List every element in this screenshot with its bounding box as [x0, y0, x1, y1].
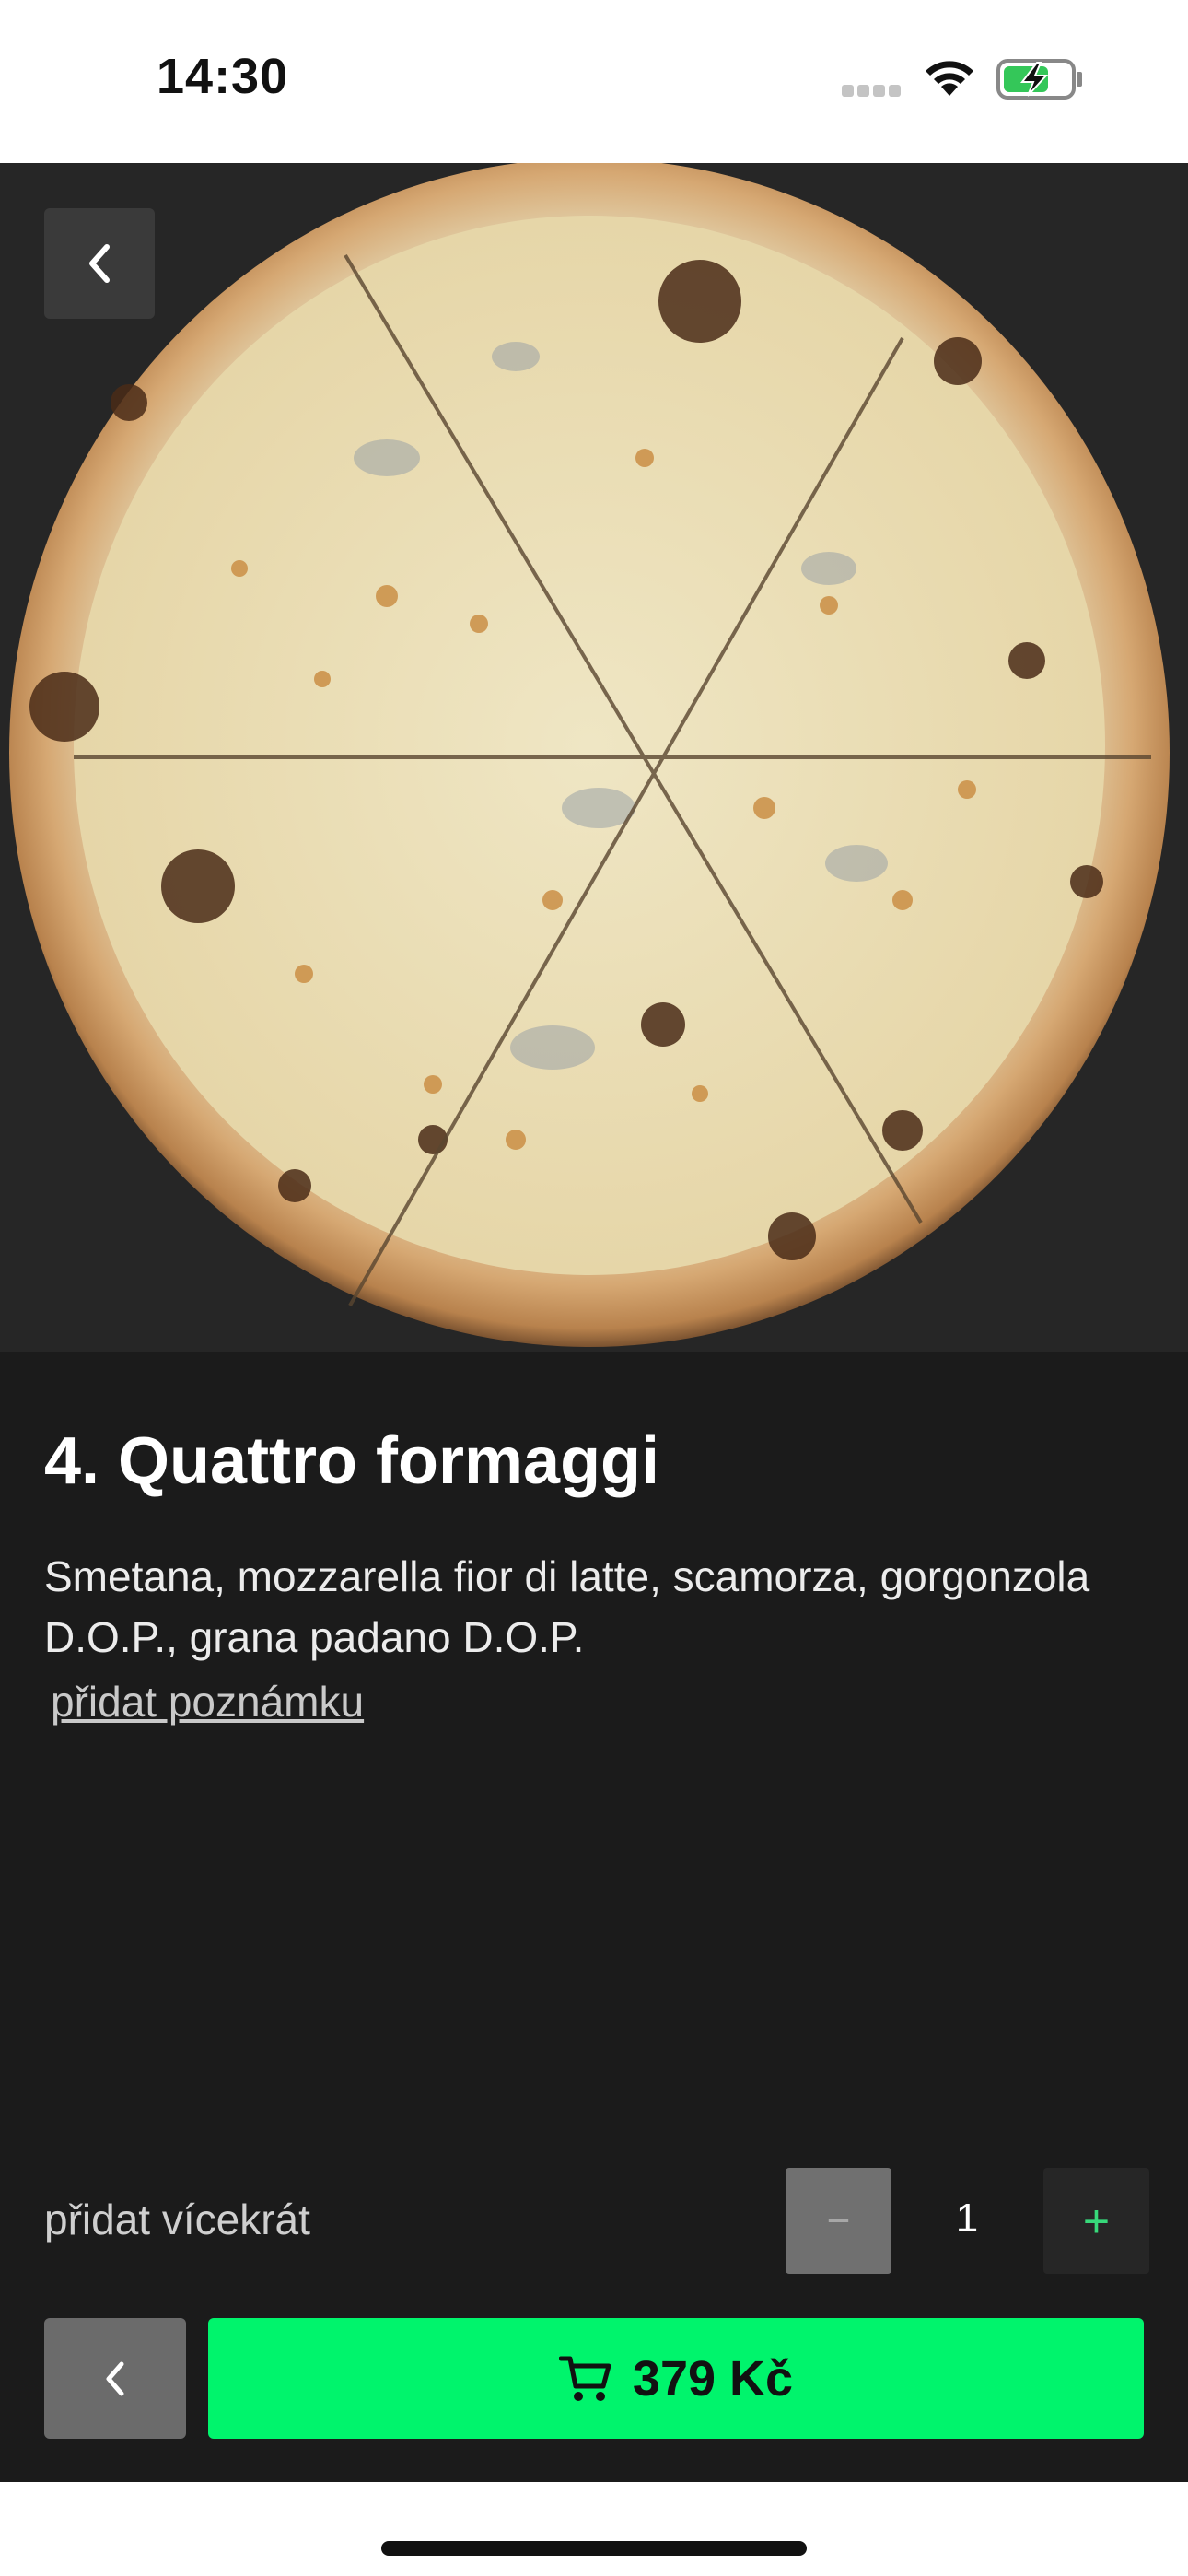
add-note-link[interactable]: přidat poznámku: [51, 1677, 364, 1727]
back-button-top[interactable]: [44, 208, 155, 319]
status-bar: 14:30: [0, 0, 1188, 163]
quantity-value: 1: [955, 2195, 979, 2241]
cart-price: 379 Kč: [632, 2350, 794, 2406]
chevron-left-icon: [106, 2361, 124, 2395]
minus-icon: −: [826, 2197, 851, 2243]
product-description: Smetana, mozzarella fior di latte, scamo…: [44, 1552, 1090, 1661]
product-title: 4. Quattro formaggi: [44, 1424, 660, 1498]
add-multiple-label: přidat vícekrát: [44, 2195, 310, 2243]
battery-charging-icon: [996, 59, 1082, 100]
increase-quantity-button[interactable]: +: [1043, 2168, 1149, 2274]
chevron-left-icon: [89, 244, 110, 283]
home-indicator-area: [0, 2482, 1188, 2576]
add-to-cart-button[interactable]: 379 Kč: [208, 2318, 1144, 2439]
cellular-signal-icon: [842, 85, 904, 101]
plus-icon: +: [1082, 2195, 1111, 2247]
wifi-icon: [926, 61, 973, 96]
back-button-bottom[interactable]: [44, 2318, 186, 2439]
cart-icon: [558, 2356, 611, 2401]
decrease-quantity-button[interactable]: −: [786, 2168, 891, 2274]
status-time: 14:30: [157, 49, 289, 104]
home-indicator[interactable]: [381, 2541, 807, 2556]
product-image: [0, 163, 1188, 1352]
